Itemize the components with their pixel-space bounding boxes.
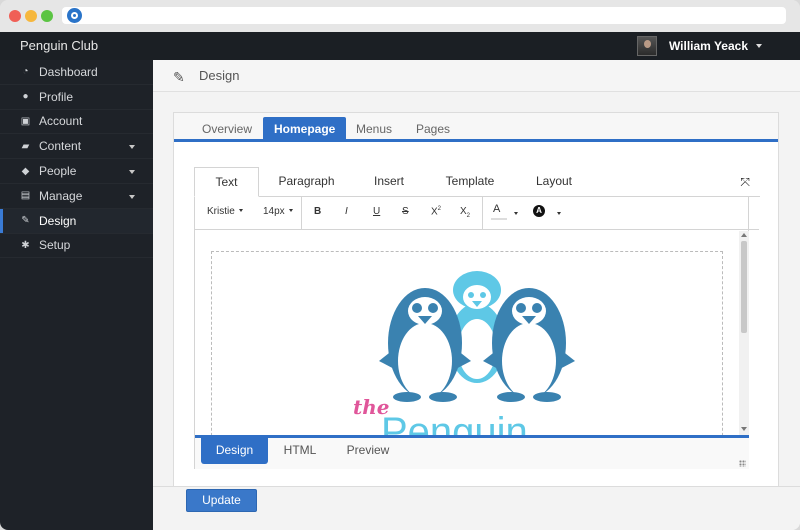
font-family-dropdown[interactable]: Kristie (207, 206, 243, 217)
user-menu[interactable]: William Yeack (636, 36, 762, 56)
sidebar-item-label: Design (39, 213, 77, 228)
view-tab-html[interactable]: HTML (275, 438, 325, 464)
tab-pages[interactable]: Pages (405, 117, 461, 142)
view-tab-design[interactable]: Design (201, 438, 268, 464)
browser-window: Penguin Club William Yeack ◔ Dashboard ●… (0, 0, 800, 530)
page-title: Design (199, 68, 240, 83)
editor-canvas[interactable]: the Penguin (195, 231, 738, 435)
update-button[interactable]: Update (186, 489, 257, 512)
browser-chrome (0, 0, 800, 32)
maximize-window-button[interactable] (41, 10, 53, 22)
sidebar-item-label: People (39, 164, 77, 179)
underline-button[interactable]: U (373, 206, 380, 217)
sidebar-item-label: Profile (39, 89, 74, 104)
view-tab-preview[interactable]: Preview (337, 438, 399, 464)
logo-main-text: Penguin (381, 410, 528, 435)
superscript-base: X (431, 206, 438, 218)
action-footer: Update (153, 486, 800, 530)
editor-tabs: Text Paragraph Insert Template Layout ⤧ (194, 167, 760, 197)
palette-icon: ✎ (21, 215, 30, 227)
sidebar-item-setup[interactable]: ✱ Setup (0, 234, 153, 259)
scroll-up-icon[interactable] (741, 233, 747, 237)
chevron-down-icon (129, 145, 135, 150)
people-icon: ◆ (21, 165, 30, 177)
penguin-left-icon (379, 288, 471, 402)
chevron-down-icon[interactable] (514, 212, 518, 215)
editor-tab-layout[interactable]: Layout (519, 167, 589, 197)
italic-button[interactable]: I (345, 206, 348, 217)
username[interactable]: William Yeack (669, 39, 748, 53)
fullscreen-icon[interactable]: ⤧ (740, 175, 750, 190)
editor-tab-template[interactable]: Template (434, 167, 506, 197)
design-panel: Overview Homepage Menus Pages Text Parag… (173, 112, 779, 488)
sidebar-item-content[interactable]: ▰ Content (0, 134, 153, 160)
subscript-mark: 2 (466, 213, 471, 219)
font-size-value: 14px (263, 206, 285, 217)
sidebar-item-account[interactable]: ▣ Account (0, 110, 153, 135)
address-bar[interactable] (62, 7, 786, 24)
manage-icon: ▤ (20, 190, 31, 202)
site-favicon-icon (67, 8, 82, 23)
briefcase-icon: ▣ (20, 115, 31, 127)
background-color-button[interactable]: A (533, 205, 545, 217)
folder-icon: ▰ (21, 140, 30, 152)
superscript-button[interactable]: X2 (431, 206, 441, 217)
sidebar-item-manage[interactable]: ▤ Manage (0, 184, 153, 209)
superscript-mark: 2 (437, 206, 442, 212)
editor-view-tabs: Design HTML Preview (195, 435, 749, 469)
sidebar-item-design[interactable]: ✎ Design (0, 208, 153, 234)
resize-grip-icon[interactable] (739, 460, 746, 467)
sidebar-item-profile[interactable]: ● Profile (0, 85, 153, 110)
sidebar-item-label: Dashboard (39, 64, 98, 79)
top-navbar: Penguin Club William Yeack (0, 32, 800, 60)
palette-icon: ✎ (173, 69, 185, 85)
penguin-club-logo: the Penguin (353, 271, 575, 435)
toolbar-divider (482, 197, 483, 230)
rich-text-editor: Text Paragraph Insert Template Layout ⤧ … (194, 167, 760, 469)
sidebar-item-label: Account (39, 114, 83, 129)
tab-overview[interactable]: Overview (191, 117, 263, 142)
avatar[interactable] (636, 36, 657, 56)
sidebar-item-dashboard[interactable]: ◔ Dashboard (0, 60, 153, 85)
user-icon: ● (22, 91, 29, 103)
strikethrough-button[interactable]: S (402, 206, 409, 217)
editor-tab-paragraph[interactable]: Paragraph (269, 167, 344, 197)
chevron-down-icon (238, 209, 243, 212)
sidebar-item-people[interactable]: ◆ People (0, 159, 153, 184)
subscript-button[interactable]: X2 (460, 206, 470, 219)
font-family-value: Kristie (207, 206, 235, 217)
bold-button[interactable]: B (314, 206, 321, 217)
tab-homepage[interactable]: Homepage (263, 117, 347, 142)
scroll-down-icon[interactable] (741, 427, 747, 431)
sidebar: ◔ Dashboard ● Profile ▣ Account ▰ Conten… (0, 60, 153, 530)
page-header: ✎ Design (153, 60, 800, 92)
app-brand[interactable]: Penguin Club (20, 38, 98, 53)
chevron-down-icon (288, 209, 293, 212)
sidebar-item-label: Manage (39, 188, 83, 203)
toolbar-divider (301, 197, 302, 230)
font-size-dropdown[interactable]: 14px (263, 206, 293, 217)
sidebar-item-label: Setup (39, 238, 71, 253)
subscript-base: X (460, 206, 467, 217)
chevron-down-icon (129, 194, 135, 199)
editor-scrollbar[interactable] (739, 231, 749, 435)
chevron-down-icon (129, 170, 135, 175)
dashboard-icon: ◔ (22, 66, 29, 78)
font-color-button[interactable]: A (490, 203, 508, 220)
tab-menus[interactable]: Menus (345, 117, 403, 142)
editor-tab-insert[interactable]: Insert (359, 167, 419, 197)
chevron-down-icon[interactable] (557, 212, 561, 215)
penguin-right-icon (483, 288, 575, 402)
main-tabs: Overview Homepage Menus Pages (174, 113, 778, 142)
main-content: ✎ Design Overview Homepage Menus Pages T… (153, 60, 800, 530)
close-window-button[interactable] (9, 10, 21, 22)
gear-icon: ✱ (21, 239, 30, 251)
sidebar-item-label: Content (39, 139, 82, 154)
scrollbar-thumb[interactable] (741, 241, 747, 333)
minimize-window-button[interactable] (25, 10, 37, 22)
editor-toolbar: Kristie 14px B I U S X2 X2 A A (195, 197, 759, 230)
chevron-down-icon[interactable] (756, 44, 762, 48)
editor-tab-text[interactable]: Text (194, 167, 259, 197)
